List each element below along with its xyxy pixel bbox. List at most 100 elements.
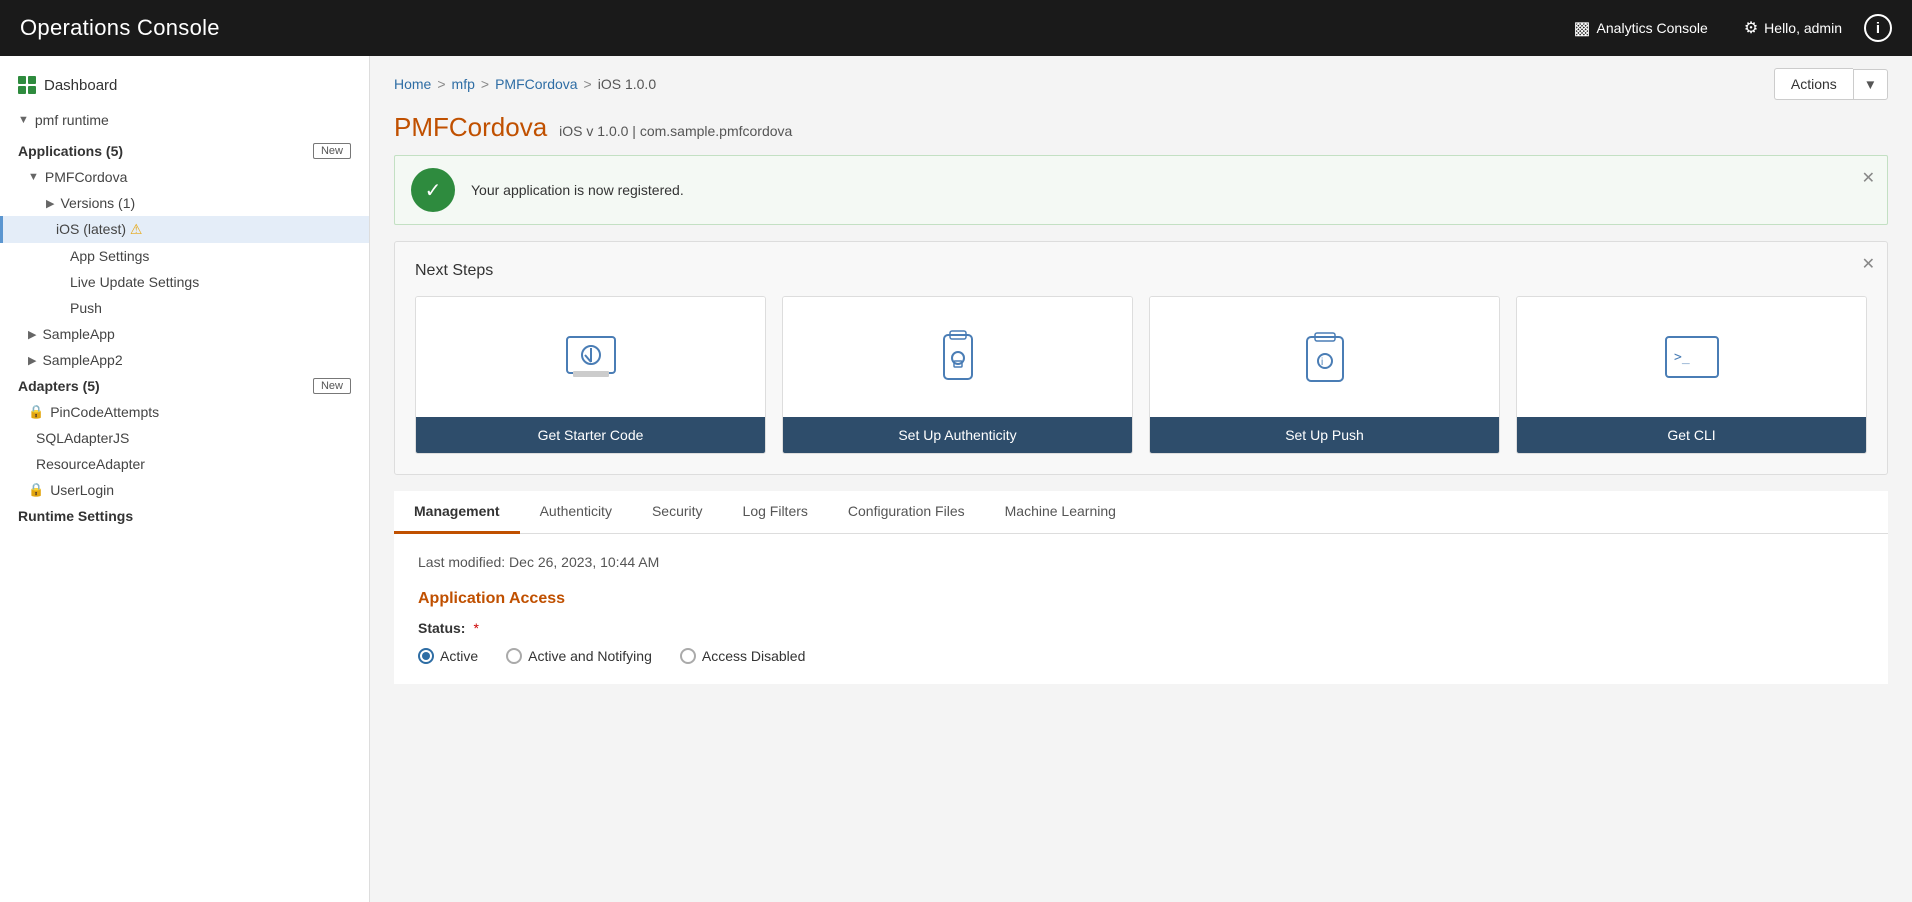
authenticity-label: Set Up Authenticity [783, 417, 1132, 453]
sidebar-runtime-header[interactable]: ▼ pmf runtime [18, 108, 351, 132]
breadcrumb-mfp[interactable]: mfp [452, 76, 475, 92]
svg-text:>_: >_ [1674, 350, 1690, 365]
sidebar-sqladapter[interactable]: SQLAdapterJS [0, 425, 369, 451]
actions-dropdown: Actions ▼ [1774, 68, 1888, 100]
sidebar-versions[interactable]: ▶ Versions (1) [0, 190, 369, 216]
sidebar-inner: Dashboard ▼ pmf runtime Applications (5)… [0, 56, 369, 541]
next-steps-grid: Get Starter Code Set Up Authen [415, 296, 1867, 454]
chevron-down-icon-2: ▼ [28, 171, 39, 183]
radio-active-label: Active [440, 648, 478, 664]
radio-access-disabled[interactable]: Access Disabled [680, 648, 806, 664]
sidebar-push[interactable]: Push [0, 295, 369, 321]
content-area: Home > mfp > PMFCordova > iOS 1.0.0 Acti… [370, 56, 1912, 902]
status-radio-group: Active Active and Notifying Access Disab… [418, 648, 1864, 664]
sidebar-app-settings[interactable]: App Settings [0, 243, 369, 269]
success-banner: ✓ Your application is now registered. ✕ [394, 155, 1888, 225]
runtime-settings-label: Runtime Settings [18, 508, 133, 524]
sidebar-applications-row[interactable]: Applications (5) New [0, 138, 369, 164]
actions-caret-button[interactable]: ▼ [1853, 69, 1888, 100]
pincode-label: PinCodeAttempts [50, 404, 159, 420]
sidebar-sampleapp2[interactable]: ▶ SampleApp2 [0, 347, 369, 373]
sidebar-ios-item[interactable]: iOS (latest) ⚠ [0, 216, 369, 243]
sqladapter-label: SQLAdapterJS [36, 430, 129, 446]
dashboard-icon [18, 76, 36, 94]
next-step-cli[interactable]: >_ Get CLI [1516, 296, 1867, 454]
userlogin-label: UserLogin [50, 482, 114, 498]
breadcrumb-bar: Home > mfp > PMFCordova > iOS 1.0.0 Acti… [370, 56, 1912, 112]
next-step-authenticity[interactable]: Set Up Authenticity [782, 296, 1133, 454]
starter-code-label: Get Starter Code [416, 417, 765, 453]
adapters-new-badge: New [313, 378, 351, 394]
radio-circle-active [418, 648, 434, 664]
app-settings-label: App Settings [70, 248, 149, 264]
actions-button[interactable]: Actions [1774, 68, 1853, 100]
chevron-right-icon: ▶ [46, 197, 54, 210]
tab-configuration-files[interactable]: Configuration Files [828, 491, 985, 534]
versions-label: Versions (1) [60, 195, 135, 211]
next-steps-card: ✕ Next Steps [394, 241, 1888, 475]
sidebar-adapters-row[interactable]: Adapters (5) New [0, 373, 369, 399]
user-menu-button[interactable]: ⚙ Hello, admin [1730, 10, 1856, 46]
radio-active[interactable]: Active [418, 648, 478, 664]
application-access-title: Application Access [418, 590, 1864, 608]
sidebar-runtime-section: ▼ pmf runtime [0, 102, 369, 138]
authenticity-icon [926, 325, 990, 389]
breadcrumb-pmfcordova[interactable]: PMFCordova [495, 76, 577, 92]
next-steps-close-button[interactable]: ✕ [1862, 254, 1875, 274]
next-step-starter-code[interactable]: Get Starter Code [415, 296, 766, 454]
sidebar-runtime-settings[interactable]: Runtime Settings [0, 503, 369, 529]
tab-authenticity[interactable]: Authenticity [520, 491, 632, 534]
header-right: ▩ Analytics Console ⚙ Hello, admin i [1560, 10, 1892, 47]
sidebar-live-update[interactable]: Live Update Settings [0, 269, 369, 295]
sidebar-userlogin[interactable]: 🔒 UserLogin [0, 477, 369, 503]
next-steps-title: Next Steps [415, 262, 1867, 280]
chevron-down-icon: ▼ [18, 114, 29, 126]
applications-new-badge: New [313, 143, 351, 159]
user-label: Hello, admin [1764, 20, 1842, 36]
analytics-console-button[interactable]: ▩ Analytics Console [1560, 10, 1722, 47]
app-title: Operations Console [20, 15, 220, 41]
analytics-icon: ▩ [1574, 18, 1591, 39]
required-indicator: * [473, 620, 478, 636]
breadcrumb-sep-3: > [584, 76, 592, 92]
sidebar-sampleapp[interactable]: ▶ SampleApp [0, 321, 369, 347]
ios-label: iOS (latest) [56, 221, 126, 237]
tab-security[interactable]: Security [632, 491, 723, 534]
page-title: PMFCordova [394, 112, 547, 143]
svg-text:i: i [1321, 357, 1323, 368]
main-layout: Dashboard ▼ pmf runtime Applications (5)… [0, 56, 1912, 902]
management-tab-content: Last modified: Dec 26, 2023, 10:44 AM Ap… [394, 534, 1888, 684]
breadcrumb-home[interactable]: Home [394, 76, 431, 92]
sidebar-pincode[interactable]: 🔒 PinCodeAttempts [0, 399, 369, 425]
cli-label: Get CLI [1517, 417, 1866, 453]
page-subtitle: iOS v 1.0.0 | com.sample.pmfcordova [559, 123, 792, 139]
chevron-right-icon-3: ▶ [28, 354, 36, 367]
adapters-label: Adapters (5) [18, 378, 100, 394]
sidebar-dashboard[interactable]: Dashboard [0, 68, 369, 102]
breadcrumb-sep-2: > [481, 76, 489, 92]
warning-icon: ⚠ [130, 221, 143, 237]
banner-close-button[interactable]: ✕ [1862, 168, 1875, 188]
sidebar-resource-adapter[interactable]: ResourceAdapter [0, 451, 369, 477]
sidebar-pmfcordova[interactable]: ▼ PMFCordova [0, 164, 369, 190]
radio-active-notifying[interactable]: Active and Notifying [506, 648, 652, 664]
breadcrumb-ios: iOS 1.0.0 [598, 76, 656, 92]
pmfcordova-label: PMFCordova [45, 169, 127, 185]
tab-log-filters[interactable]: Log Filters [723, 491, 828, 534]
top-header: Operations Console ▩ Analytics Console ⚙… [0, 0, 1912, 56]
success-icon: ✓ [411, 168, 455, 212]
tab-machine-learning[interactable]: Machine Learning [985, 491, 1136, 534]
starter-code-icon [559, 325, 623, 389]
radio-circle-notifying [506, 648, 522, 664]
page-title-row: PMFCordova iOS v 1.0.0 | com.sample.pmfc… [394, 112, 1888, 143]
page-content: PMFCordova iOS v 1.0.0 | com.sample.pmfc… [370, 112, 1912, 708]
next-step-push[interactable]: i Set Up Push [1149, 296, 1500, 454]
live-update-label: Live Update Settings [70, 274, 199, 290]
sidebar: Dashboard ▼ pmf runtime Applications (5)… [0, 56, 370, 902]
tab-management[interactable]: Management [394, 491, 520, 534]
info-button[interactable]: i [1864, 14, 1892, 42]
radio-notifying-label: Active and Notifying [528, 648, 652, 664]
dashboard-label: Dashboard [44, 77, 117, 94]
push-label: Push [70, 300, 102, 316]
push-icon: i [1293, 325, 1357, 389]
